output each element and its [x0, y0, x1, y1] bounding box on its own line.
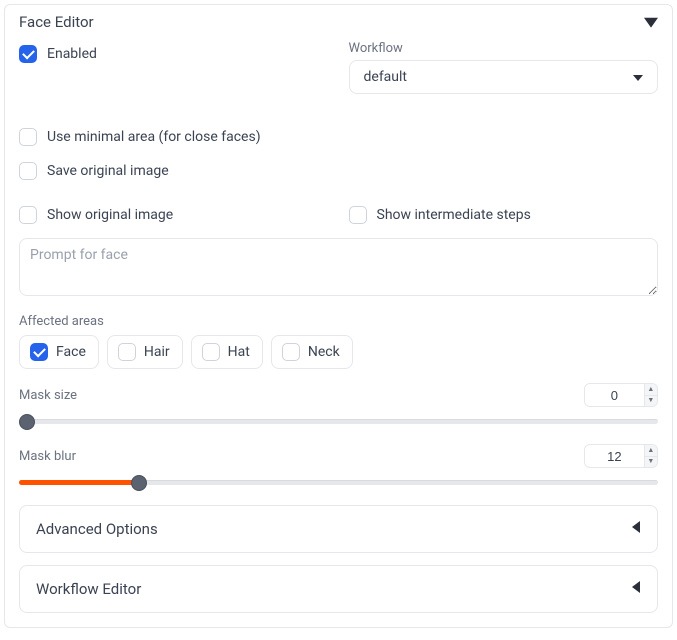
advanced-options-toggle[interactable]: Advanced Options [19, 505, 658, 553]
affected-areas-block: Affected areas Face Hair Hat Neck [19, 314, 658, 369]
enabled-option[interactable]: Enabled [19, 41, 329, 67]
workflow-label: Workflow [349, 41, 659, 56]
save-original-label: Save original image [47, 163, 169, 179]
minimal-area-option[interactable]: Use minimal area (for close faces) [19, 124, 658, 150]
show-original-label: Show original image [47, 207, 173, 223]
stepper-down-icon[interactable]: ▼ [645, 457, 657, 468]
show-intermediate-option[interactable]: Show intermediate steps [349, 202, 659, 228]
mask-blur-input[interactable] [585, 445, 644, 467]
chip-hair-label: Hair [144, 344, 170, 360]
mask-size-slider[interactable] [19, 413, 658, 430]
workflow-value: default [364, 69, 408, 85]
mask-size-number[interactable]: ▲ ▼ [584, 383, 658, 407]
workflow-editor-toggle[interactable]: Workflow Editor [19, 565, 658, 613]
enabled-checkbox[interactable] [19, 45, 37, 63]
chip-hat-checkbox[interactable] [202, 343, 220, 361]
chevron-left-icon [631, 521, 641, 537]
col-workflow: Workflow default [349, 41, 659, 94]
workflow-editor-title: Workflow Editor [36, 580, 141, 598]
mask-blur-block: Mask blur ▲ ▼ [19, 444, 658, 491]
save-original-option[interactable]: Save original image [19, 158, 658, 184]
prompt-textarea[interactable] [19, 238, 658, 296]
minimal-area-checkbox[interactable] [19, 128, 37, 146]
mask-size-block: Mask size ▲ ▼ [19, 383, 658, 430]
panel-title: Face Editor [19, 13, 94, 31]
row-enable-workflow: Enabled Workflow default [19, 41, 658, 94]
show-intermediate-label: Show intermediate steps [377, 207, 531, 223]
stepper-up-icon[interactable]: ▲ [645, 384, 657, 396]
mask-blur-thumb[interactable] [131, 475, 147, 491]
chip-face-checkbox[interactable] [30, 343, 48, 361]
show-original-option[interactable]: Show original image [19, 202, 329, 228]
advanced-options-title: Advanced Options [36, 520, 158, 538]
affected-areas-label: Affected areas [19, 314, 658, 329]
affected-areas-chips: Face Hair Hat Neck [19, 335, 658, 369]
minimal-area-label: Use minimal area (for close faces) [47, 129, 261, 145]
chip-face[interactable]: Face [19, 335, 99, 369]
stepper-down-icon[interactable]: ▼ [645, 396, 657, 407]
mask-blur-spinner[interactable]: ▲ ▼ [644, 445, 657, 467]
chip-hat[interactable]: Hat [191, 335, 263, 369]
mask-size-thumb[interactable] [19, 414, 35, 430]
row-show-options: Show original image Show intermediate st… [19, 202, 658, 228]
mask-blur-slider[interactable] [19, 474, 658, 491]
collapse-toggle[interactable] [644, 15, 658, 29]
face-editor-panel: Face Editor Enabled Workflow default Use… [4, 4, 673, 628]
caret-down-icon [633, 69, 643, 85]
enabled-label: Enabled [47, 46, 97, 62]
show-original-checkbox[interactable] [19, 206, 37, 224]
workflow-select[interactable]: default [349, 60, 659, 94]
col-enabled: Enabled [19, 41, 329, 94]
mask-size-label: Mask size [19, 388, 77, 403]
save-original-checkbox[interactable] [19, 162, 37, 180]
chip-neck-label: Neck [308, 344, 340, 360]
panel-header: Face Editor [19, 13, 658, 31]
mask-size-spinner[interactable]: ▲ ▼ [644, 384, 657, 406]
chip-neck[interactable]: Neck [271, 335, 353, 369]
chevron-left-icon [631, 581, 641, 597]
chip-neck-checkbox[interactable] [282, 343, 300, 361]
chip-hat-label: Hat [228, 344, 250, 360]
chip-hair[interactable]: Hair [107, 335, 183, 369]
mask-blur-label: Mask blur [19, 449, 76, 464]
show-intermediate-checkbox[interactable] [349, 206, 367, 224]
chip-face-label: Face [56, 344, 86, 360]
mask-blur-number[interactable]: ▲ ▼ [584, 444, 658, 468]
mask-size-input[interactable] [585, 384, 644, 406]
chip-hair-checkbox[interactable] [118, 343, 136, 361]
chevron-down-icon [644, 15, 658, 29]
stepper-up-icon[interactable]: ▲ [645, 445, 657, 457]
